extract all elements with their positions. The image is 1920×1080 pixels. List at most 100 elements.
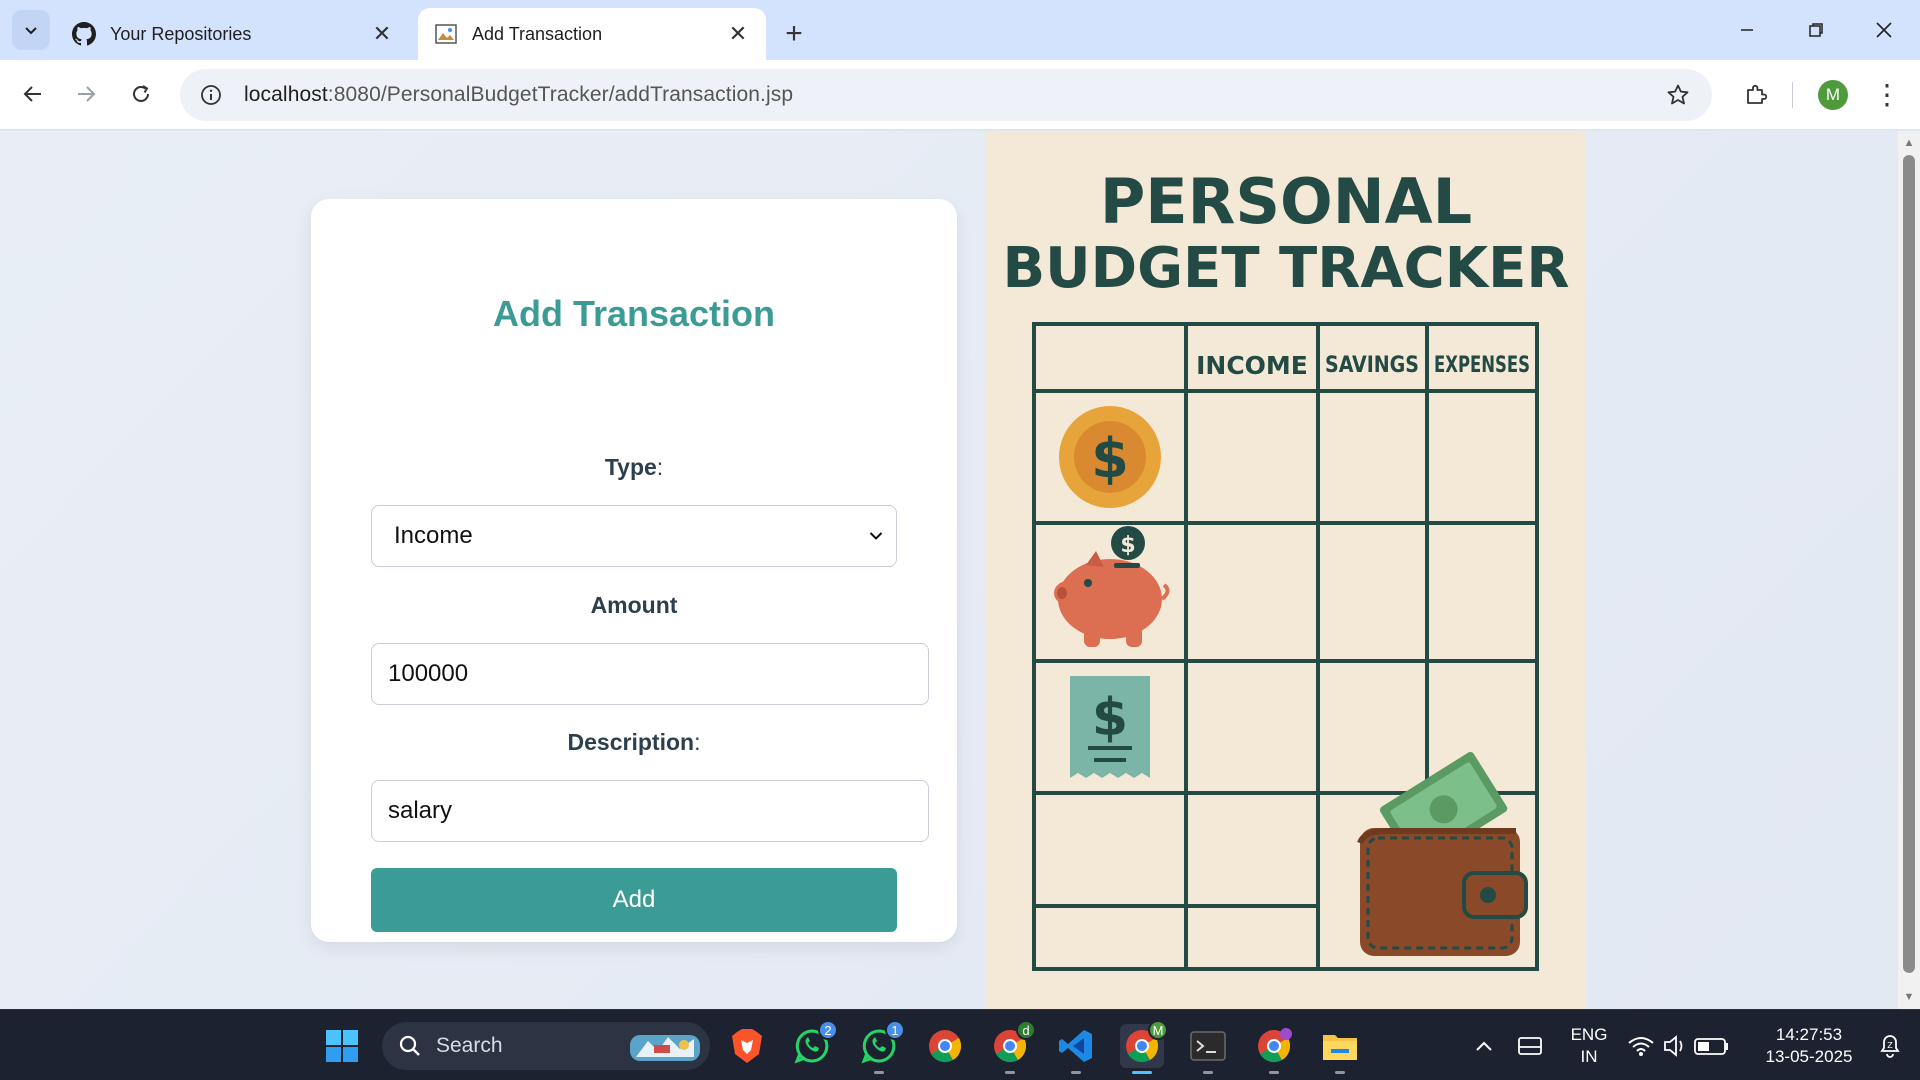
- close-tab-icon[interactable]: ✕: [726, 21, 750, 46]
- url-text[interactable]: localhost:8080/PersonalBudgetTracker/add…: [244, 83, 793, 107]
- profile-badge: M: [1148, 1020, 1168, 1040]
- broken-image-icon: [434, 22, 458, 46]
- site-info-icon[interactable]: [198, 82, 224, 108]
- taskbar-chrome-profile-m[interactable]: M: [1120, 1020, 1168, 1074]
- scroll-thumb[interactable]: [1903, 155, 1915, 973]
- restore-window-button[interactable]: [1794, 12, 1838, 48]
- add-button[interactable]: Add: [371, 868, 897, 932]
- poster-title-line1: PERSONAL: [1100, 165, 1472, 238]
- taskbar-chrome[interactable]: [923, 1024, 967, 1068]
- whatsapp-notification-badge: 2: [818, 1020, 838, 1040]
- type-select[interactable]: Income: [371, 505, 897, 567]
- taskbar-terminal[interactable]: [1186, 1024, 1230, 1074]
- tab-title: Your Repositories: [110, 23, 252, 44]
- notification-button[interactable]: Z: [1868, 1024, 1912, 1068]
- arrow-right-icon: [78, 86, 96, 102]
- taskbar-brave[interactable]: [725, 1024, 769, 1068]
- chrome-icon: [1258, 1028, 1292, 1063]
- description-input[interactable]: salary: [371, 780, 929, 842]
- taskbar-vscode[interactable]: [1054, 1024, 1098, 1074]
- tablet-mode-button[interactable]: [1508, 1024, 1552, 1068]
- active-indicator: [1132, 1071, 1152, 1074]
- column-expenses: EXPENSES: [1434, 353, 1530, 378]
- clock[interactable]: 14:27:53 13-05-2025: [1754, 1024, 1864, 1068]
- display-icon: [1518, 1037, 1542, 1055]
- browser-menu-icon[interactable]: ⋮: [1872, 76, 1902, 114]
- battery-icon: [1694, 1038, 1728, 1055]
- chevron-down-icon: [25, 27, 37, 35]
- form-title: Add Transaction: [492, 293, 776, 334]
- show-hidden-icons-button[interactable]: [1462, 1024, 1506, 1068]
- new-tab-button[interactable]: +: [776, 16, 812, 52]
- taskbar-chrome-profile-d[interactable]: d: [988, 1020, 1036, 1074]
- running-indicator: [874, 1071, 884, 1074]
- close-icon: [1876, 22, 1892, 38]
- clock-time: 14:27:53: [1775, 1025, 1843, 1044]
- browser-tab-bar: Your Repositories ✕ Add Transaction ✕ +: [0, 0, 1920, 60]
- forward-button[interactable]: [66, 74, 106, 114]
- description-label: Description:: [311, 729, 957, 756]
- language-indicator[interactable]: ENG IN: [1564, 1024, 1614, 1068]
- description-label-text: Description: [567, 729, 695, 755]
- taskbar-chrome-profile-3[interactable]: [1252, 1024, 1296, 1074]
- poster-title-line2: BUDGET TRACKER: [1002, 236, 1569, 301]
- profile-badge: d: [1016, 1020, 1036, 1040]
- svg-text:$: $: [1120, 533, 1135, 558]
- type-label: Type:: [311, 454, 957, 481]
- tab-search-button[interactable]: [12, 10, 50, 50]
- taskbar-search[interactable]: Search: [382, 1022, 710, 1070]
- amount-input-value: 100000: [388, 660, 469, 687]
- type-select-value: Income: [394, 522, 473, 549]
- svg-text:$: $: [1091, 427, 1129, 490]
- taskbar-whatsapp-2[interactable]: 1: [857, 1020, 905, 1074]
- coin-icon: $: [1059, 406, 1161, 508]
- add-transaction-form: Add Transaction Type: Income Amount 1000…: [311, 199, 957, 942]
- system-status-icons: [1628, 1035, 1728, 1057]
- chrome-icon: [929, 1030, 962, 1063]
- taskbar-search-placeholder: Search: [436, 1034, 503, 1057]
- toolbar-divider: [1792, 82, 1793, 108]
- running-indicator: [1071, 1071, 1081, 1074]
- url-host: localhost: [244, 83, 328, 106]
- running-indicator: [1335, 1071, 1345, 1074]
- amount-input[interactable]: 100000: [371, 643, 929, 705]
- reload-button[interactable]: [121, 74, 161, 114]
- taskbar-whatsapp-1[interactable]: 2: [790, 1020, 838, 1068]
- brave-browser-icon: [732, 1029, 762, 1063]
- url-path: :8080/PersonalBudgetTracker/addTransacti…: [327, 83, 794, 106]
- address-bar[interactable]: localhost:8080/PersonalBudgetTracker/add…: [180, 69, 1712, 121]
- wallet-icon: [1357, 751, 1528, 956]
- profile-avatar[interactable]: M: [1818, 80, 1848, 110]
- terminal-icon: [1190, 1031, 1226, 1061]
- minimize-window-button[interactable]: [1725, 12, 1769, 48]
- close-tab-icon[interactable]: ✕: [370, 21, 394, 46]
- taskbar-file-explorer[interactable]: [1318, 1024, 1362, 1074]
- budget-tracker-poster: PERSONAL BUDGET TRACKER INCOME SAVINGS E…: [986, 131, 1586, 1009]
- bookmark-star-icon[interactable]: [1664, 81, 1692, 109]
- language-region: IN: [1580, 1047, 1598, 1066]
- extensions-button[interactable]: [1736, 74, 1776, 114]
- scroll-up-arrow-icon[interactable]: ▲: [1903, 137, 1915, 149]
- vscode-icon: [1059, 1030, 1092, 1062]
- description-label-colon: :: [694, 729, 701, 755]
- restore-icon: [1809, 23, 1823, 37]
- windows-taskbar: Search 2 1 d M ENG IN 14:27:53 13-05-202…: [0, 1009, 1920, 1080]
- windows-start-button[interactable]: [320, 1024, 364, 1068]
- svg-text:$: $: [1092, 688, 1128, 748]
- type-label-colon: :: [656, 454, 664, 480]
- wifi-icon: [1628, 1037, 1654, 1056]
- tab-add-transaction[interactable]: Add Transaction ✕: [418, 8, 766, 60]
- type-label-text: Type: [604, 454, 657, 480]
- receipt-icon: $: [1070, 676, 1150, 778]
- budget-tracker-illustration: PERSONAL BUDGET TRACKER INCOME SAVINGS E…: [1002, 165, 1570, 971]
- language-code: ENG: [1570, 1025, 1608, 1044]
- arrow-left-icon: [23, 86, 41, 102]
- back-button[interactable]: [13, 74, 53, 114]
- scroll-down-arrow-icon[interactable]: ▼: [1903, 991, 1915, 1003]
- tab-your-repositories[interactable]: Your Repositories ✕: [56, 8, 410, 60]
- page-scrollbar[interactable]: ▲ ▼: [1898, 131, 1920, 1009]
- close-window-button[interactable]: [1862, 12, 1906, 48]
- folder-icon: [1323, 1035, 1357, 1060]
- chevron-down-icon: [866, 524, 886, 548]
- network-sound-battery-button[interactable]: [1624, 1024, 1736, 1068]
